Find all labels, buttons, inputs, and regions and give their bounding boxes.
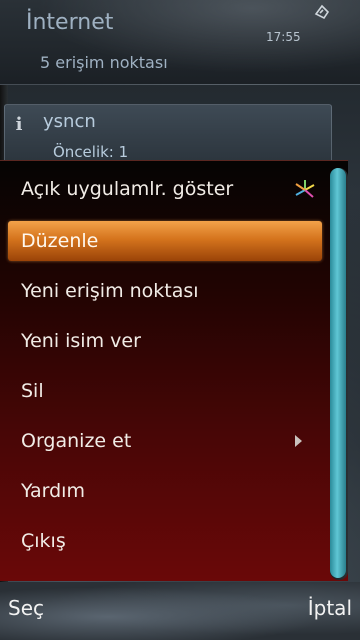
- select-softkey[interactable]: Seç: [8, 596, 44, 620]
- menu-item-delete[interactable]: Sil: [8, 371, 322, 411]
- menu-item-label: Düzenle: [21, 230, 99, 252]
- list-item[interactable]: i ysncn Öncelik: 1: [4, 104, 332, 166]
- menu-item-label: Sil: [21, 380, 44, 402]
- access-point-name: ysncn: [43, 111, 96, 132]
- menu-item-label: Çıkış: [21, 530, 66, 552]
- access-point-priority: Öncelik: 1: [53, 143, 129, 161]
- menu-item-label: Yeni erişim noktası: [21, 280, 199, 302]
- cancel-softkey[interactable]: İptal: [308, 596, 352, 620]
- menu-item-label: Açık uygulamlr. göster: [21, 178, 234, 200]
- title-bar: İnternet 5 erişim noktası 17:55: [0, 0, 360, 85]
- signal-icon: [314, 4, 330, 20]
- menu-item-help[interactable]: Yardım: [8, 471, 322, 511]
- page-subtitle: 5 erişim noktası: [40, 53, 168, 72]
- menu-item-organize[interactable]: Organize et: [8, 421, 322, 461]
- menu-item-label: Yeni isim ver: [21, 330, 141, 352]
- menu-item-rename[interactable]: Yeni isim ver: [8, 321, 322, 361]
- clock: 17:55: [266, 30, 301, 44]
- info-icon: i: [15, 114, 23, 135]
- menu-item-label: Organize et: [21, 430, 132, 452]
- chevron-right-icon: [295, 435, 302, 447]
- page-title: İnternet: [26, 10, 114, 35]
- menu-item-exit[interactable]: Çıkış: [8, 521, 322, 561]
- options-menu: Açık uygulamlr. göster Düzenle Yeni eriş…: [0, 160, 348, 581]
- menu-item-label: Yardım: [21, 480, 85, 502]
- scrollbar-thumb[interactable]: [330, 168, 346, 578]
- softkey-bar: [0, 582, 360, 640]
- menu-item-edit[interactable]: Düzenle: [8, 221, 322, 261]
- menu-item-show-open-apps[interactable]: Açık uygulamlr. göster: [8, 169, 322, 209]
- menu-item-new-access-point[interactable]: Yeni erişim noktası: [8, 271, 322, 311]
- multitask-icon[interactable]: [292, 177, 318, 203]
